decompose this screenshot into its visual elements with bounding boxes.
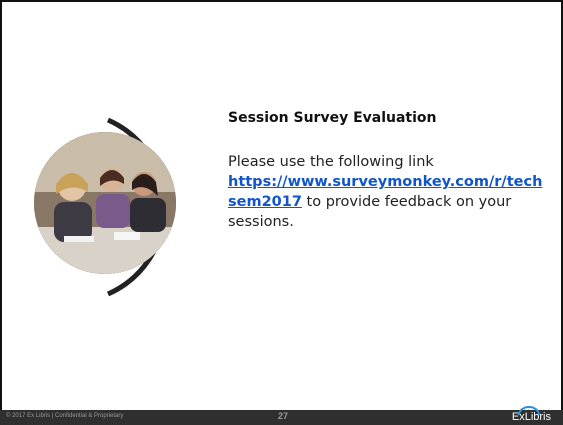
slide-body-text: Please use the following link https://ww… bbox=[228, 152, 548, 232]
group-photo-image bbox=[34, 132, 176, 274]
copyright-text: © 2017 Ex Libris | Confidential & Propri… bbox=[6, 413, 124, 419]
photo-group bbox=[22, 112, 176, 302]
slide: Session Survey Evaluation Please use the… bbox=[0, 0, 563, 425]
footer-bar: © 2017 Ex Libris | Confidential & Propri… bbox=[0, 406, 563, 425]
page-number: 27 bbox=[278, 411, 289, 421]
exlibris-logo: ExLibris bbox=[511, 411, 551, 423]
slide-title: Session Survey Evaluation bbox=[228, 110, 437, 126]
intro-text: Please use the following link bbox=[228, 154, 434, 170]
